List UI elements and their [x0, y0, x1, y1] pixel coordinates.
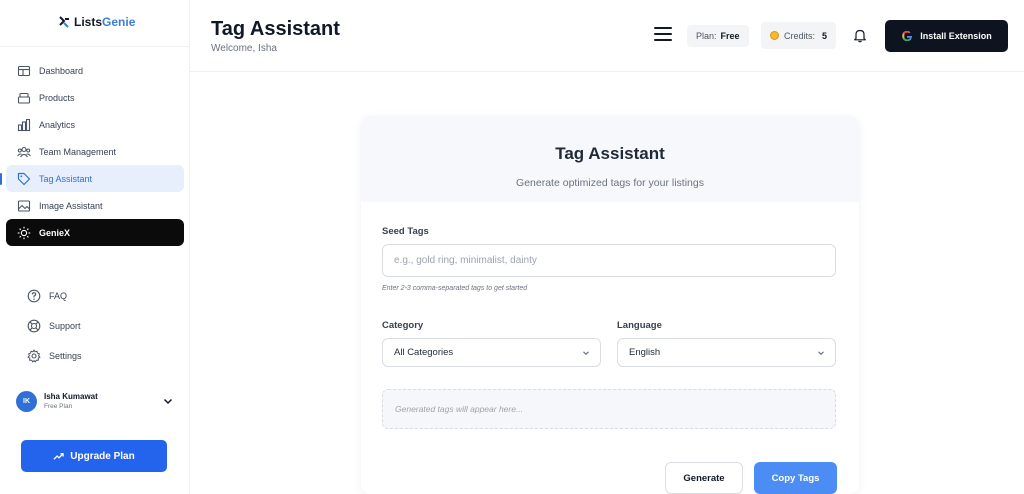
user-menu[interactable]: IK Isha Kumawat Free Plan [10, 386, 180, 416]
seed-tags-label: Seed Tags [382, 226, 429, 237]
sidebar-item-dashboard[interactable]: Dashboard [6, 57, 184, 84]
google-icon [902, 30, 913, 42]
menu-hamburger-icon[interactable] [654, 27, 672, 41]
category-label: Category [382, 320, 424, 331]
welcome-text: Welcome, Isha [211, 43, 277, 54]
sidebar-item-label: GenieX [39, 227, 71, 238]
sidebar-item-label: Products [39, 92, 75, 103]
sidebar-item-label: Team Management [39, 146, 117, 157]
card-header: Tag Assistant Generate optimized tags fo… [361, 116, 859, 202]
card-subtitle: Generate optimized tags for your listing… [516, 177, 704, 189]
team-users-icon [17, 146, 31, 157]
trending-up-icon [53, 452, 64, 460]
gear-icon [27, 349, 41, 363]
credits-badge: Credits: 5 [761, 22, 837, 49]
listsgenie-logo-icon [59, 16, 69, 28]
sidebar-item-label: Tag Assistant [39, 173, 93, 184]
sidebar-item-label: Support [49, 321, 81, 331]
chevron-down-icon [818, 351, 824, 356]
install-extension-label: Install Extension [920, 31, 992, 41]
language-label: Language [617, 320, 662, 331]
card-title: Tag Assistant [555, 144, 665, 163]
sidebar-item-tag-assistant[interactable]: Tag Assistant [0, 165, 184, 192]
sidebar-item-faq[interactable]: FAQ [17, 281, 177, 311]
tag-assistant-card: Tag Assistant Generate optimized tags fo… [361, 116, 859, 494]
sidebar-item-label: FAQ [49, 291, 68, 301]
sidebar-item-image-assistant[interactable]: Image Assistant [6, 192, 184, 219]
category-value: All Categories [394, 347, 454, 358]
credits-value: 5 [822, 30, 828, 41]
top-header: Tag Assistant Welcome, Isha Plan: Free C… [190, 0, 1024, 72]
brand-prefix: Lists [74, 15, 103, 29]
brand-suffix: Genie [102, 15, 136, 29]
sidebar-item-label: Dashboard [39, 65, 84, 76]
category-select[interactable]: All Categories [382, 338, 601, 367]
credits-label: Credits: [784, 30, 816, 41]
copy-tags-button[interactable]: Copy Tags [754, 462, 837, 494]
products-box-icon [17, 92, 31, 104]
upgrade-plan-button[interactable]: Upgrade Plan [21, 440, 167, 472]
chevron-down-icon [583, 351, 589, 356]
sidebar-item-geniex[interactable]: GenieX [6, 219, 184, 246]
sidebar-item-analytics[interactable]: Analytics [6, 111, 184, 138]
language-value: English [629, 347, 661, 358]
plan-value: Free [720, 31, 740, 41]
seed-tags-hint: Enter 2-3 comma-separated tags to get st… [382, 285, 528, 292]
chevron-down-icon[interactable] [162, 395, 174, 407]
sidebar-item-label: Image Assistant [39, 200, 103, 211]
sidebar-item-label: Analytics [39, 119, 76, 130]
page-title: Tag Assistant [211, 18, 340, 40]
sidebar-item-products[interactable]: Products [6, 84, 184, 111]
avatar: IK [16, 390, 37, 412]
coin-icon [770, 31, 779, 40]
tag-icon [17, 172, 31, 185]
user-name: Isha Kumawat [44, 392, 98, 401]
sidebar-nav: Dashboard Products Analytics Team Manage… [0, 57, 184, 246]
active-indicator [0, 173, 2, 185]
question-circle-icon [27, 289, 41, 303]
bell-icon[interactable] [853, 28, 867, 43]
generate-button[interactable]: Generate [665, 462, 743, 494]
sidebar-bottom-nav: FAQ Support Settings [17, 281, 177, 371]
sidebar-item-team-management[interactable]: Team Management [6, 138, 184, 165]
plan-badge: Plan: Free [687, 25, 749, 47]
lifebuoy-icon [27, 319, 41, 333]
dashboard-icon [17, 65, 31, 76]
bar-chart-icon [17, 118, 31, 131]
install-extension-button[interactable]: Install Extension [885, 20, 1008, 52]
sidebar-item-label: Settings [49, 351, 82, 361]
seed-tags-input[interactable] [382, 244, 836, 277]
generated-tags-output: Generated tags will appear here... [382, 389, 836, 429]
sidebar: Lists Genie Dashboard Products Analytics … [0, 0, 190, 494]
user-plan: Free Plan [44, 403, 73, 410]
lightbulb-icon [17, 226, 31, 239]
plan-label: Plan: [696, 31, 717, 41]
brand-logo[interactable]: Lists Genie [57, 15, 135, 29]
language-select[interactable]: English [617, 338, 836, 367]
image-icon [17, 199, 31, 212]
generated-tags-placeholder: Generated tags will appear here... [395, 404, 524, 414]
sidebar-item-settings[interactable]: Settings [17, 341, 177, 371]
upgrade-plan-label: Upgrade Plan [70, 450, 135, 462]
user-info: Isha Kumawat Free Plan [44, 392, 98, 410]
divider [0, 46, 190, 47]
sidebar-item-support[interactable]: Support [17, 311, 177, 341]
